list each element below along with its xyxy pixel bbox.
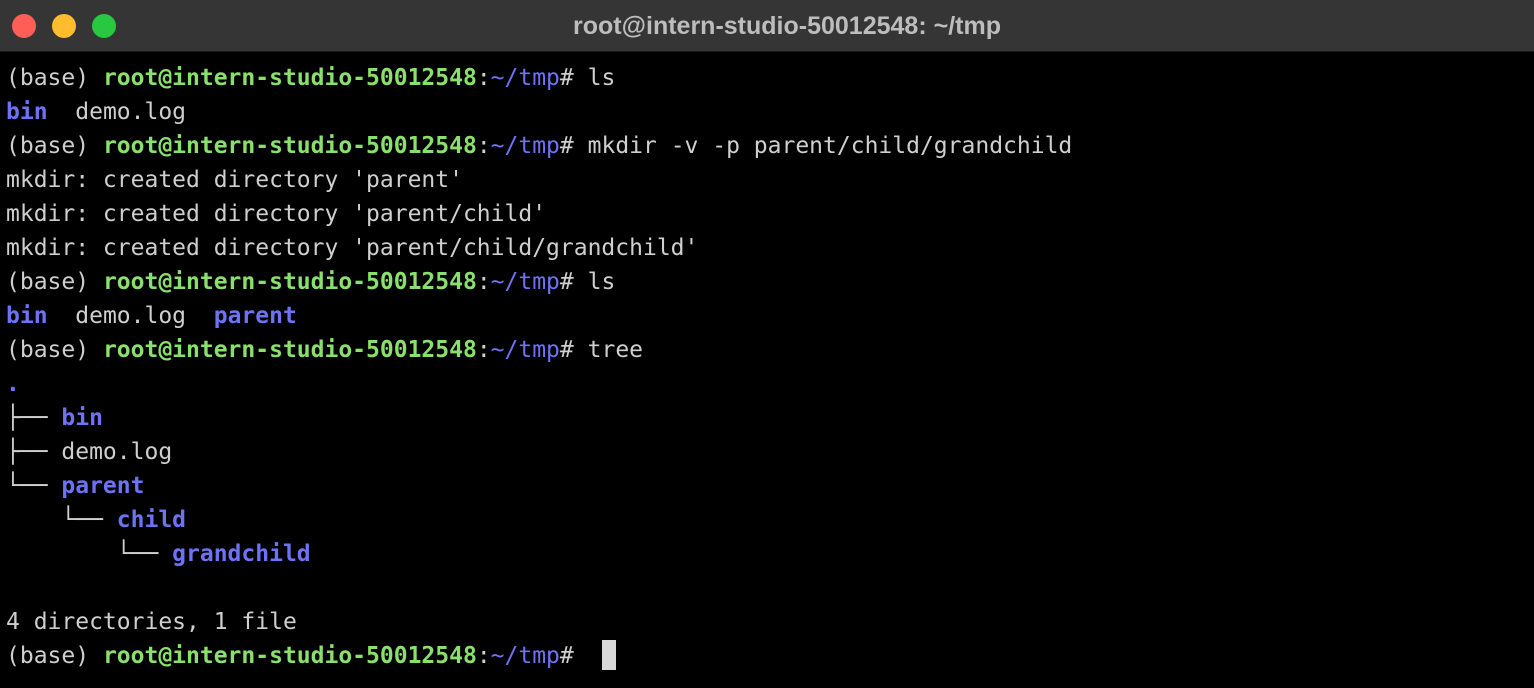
tree-line: └── grandchild bbox=[6, 537, 1534, 571]
output-line: mkdir: created directory 'parent' bbox=[6, 167, 463, 193]
prompt-line: (base) root@intern-studio-50012548:~/tmp… bbox=[6, 129, 1534, 163]
text-cursor[interactable] bbox=[601, 639, 616, 670]
prompt-user-host: root@intern-studio-50012548 bbox=[102, 65, 477, 91]
tree-line: . bbox=[6, 367, 1534, 401]
prompt-colon: : bbox=[476, 133, 491, 159]
prompt-symbol: # bbox=[559, 269, 588, 295]
separator bbox=[186, 303, 214, 329]
prompt-env: (base) bbox=[6, 65, 103, 91]
command-text: ls bbox=[587, 269, 616, 295]
prompt-path: ~/tmp bbox=[490, 643, 560, 669]
prompt-env: (base) bbox=[6, 133, 103, 159]
prompt-colon: : bbox=[476, 269, 491, 295]
prompt-symbol: # bbox=[559, 643, 588, 669]
tree-line: └── parent bbox=[6, 469, 1534, 503]
directory-entry: bin bbox=[6, 99, 48, 125]
directory-entry: grandchild bbox=[172, 541, 311, 567]
prompt-user-host: root@intern-studio-50012548 bbox=[102, 269, 477, 295]
output-line: mkdir: created directory 'parent/child/g… bbox=[6, 235, 699, 261]
prompt-user-host: root@intern-studio-50012548 bbox=[102, 337, 477, 363]
directory-entry: parent bbox=[213, 303, 297, 329]
prompt-line: (base) root@intern-studio-50012548:~/tmp… bbox=[6, 639, 1534, 673]
separator bbox=[48, 303, 76, 329]
command-text: ls bbox=[587, 65, 616, 91]
window-title: root@intern-studio-50012548: ~/tmp bbox=[573, 12, 1001, 40]
directory-entry: parent bbox=[61, 473, 145, 499]
prompt-env: (base) bbox=[6, 643, 103, 669]
command-text: mkdir -v -p parent/child/grandchild bbox=[587, 133, 1073, 159]
tree-branch: └── bbox=[6, 473, 62, 499]
tree-line: ├── demo.log bbox=[6, 435, 1534, 469]
prompt-colon: : bbox=[476, 337, 491, 363]
output-line: 4 directories, 1 file bbox=[6, 609, 297, 635]
file-entry: demo.log bbox=[75, 99, 187, 125]
prompt-line: (base) root@intern-studio-50012548:~/tmp… bbox=[6, 61, 1534, 95]
output-line: mkdir: created directory 'parent/child' bbox=[6, 201, 547, 227]
prompt-user-host: root@intern-studio-50012548 bbox=[102, 133, 477, 159]
prompt-symbol: # bbox=[559, 337, 588, 363]
tree-branch: └── bbox=[6, 541, 173, 567]
tree-branch: ├── bbox=[6, 405, 62, 431]
tree-line: ├── bin bbox=[6, 401, 1534, 435]
output-line: bin demo.log parent bbox=[6, 299, 1534, 333]
prompt-colon: : bbox=[476, 65, 491, 91]
separator bbox=[48, 99, 76, 125]
prompt-path: ~/tmp bbox=[490, 133, 560, 159]
command-text: tree bbox=[587, 337, 644, 363]
title-bar[interactable]: root@intern-studio-50012548: ~/tmp bbox=[0, 0, 1534, 52]
directory-entry: bin bbox=[61, 405, 103, 431]
terminal-output[interactable]: (base) root@intern-studio-50012548:~/tmp… bbox=[6, 61, 1534, 688]
tree-line: └── child bbox=[6, 503, 1534, 537]
prompt-line: (base) root@intern-studio-50012548:~/tmp… bbox=[6, 333, 1534, 367]
prompt-colon: : bbox=[476, 643, 491, 669]
prompt-line: (base) root@intern-studio-50012548:~/tmp… bbox=[6, 265, 1534, 299]
prompt-user-host: root@intern-studio-50012548 bbox=[102, 643, 477, 669]
directory-entry: bin bbox=[6, 303, 48, 329]
directory-entry: child bbox=[116, 507, 187, 533]
prompt-path: ~/tmp bbox=[490, 337, 560, 363]
prompt-path: ~/tmp bbox=[490, 65, 560, 91]
tree-root: . bbox=[6, 371, 20, 397]
file-entry: demo.log bbox=[75, 303, 187, 329]
prompt-symbol: # bbox=[559, 65, 588, 91]
output-line: bin demo.log bbox=[6, 95, 1534, 129]
prompt-env: (base) bbox=[6, 337, 103, 363]
prompt-path: ~/tmp bbox=[490, 269, 560, 295]
prompt-env: (base) bbox=[6, 269, 103, 295]
prompt-symbol: # bbox=[559, 133, 588, 159]
terminal-window: root@intern-studio-50012548: ~/tmp (base… bbox=[0, 0, 1534, 688]
tree-branch: ├── bbox=[6, 439, 62, 465]
tree-branch: └── bbox=[6, 507, 117, 533]
file-entry: demo.log bbox=[61, 439, 173, 465]
